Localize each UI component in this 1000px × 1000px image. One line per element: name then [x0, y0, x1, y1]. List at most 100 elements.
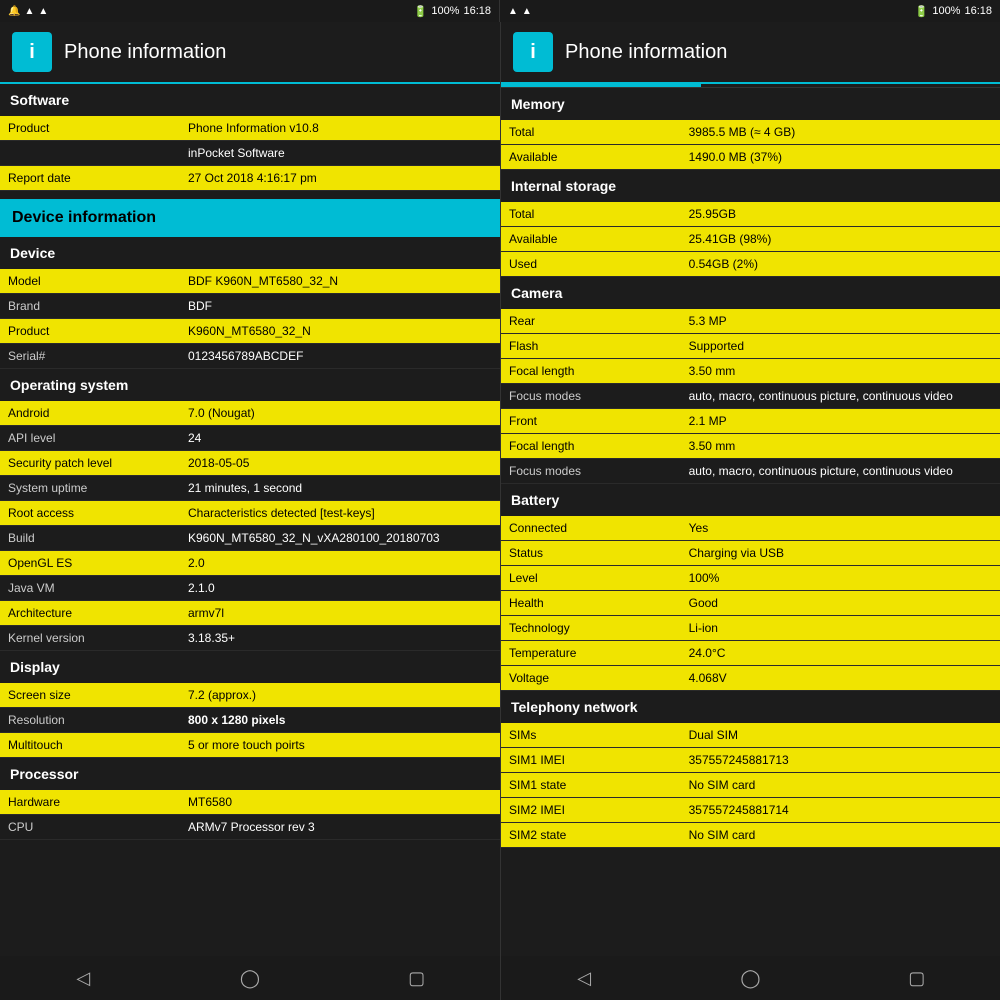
row-value: 2.1.0: [180, 576, 500, 600]
table-row: Product K960N_MT6580_32_N: [0, 319, 500, 344]
row-label: SIM1 state: [501, 773, 681, 797]
row-value: auto, macro, continuous picture, continu…: [681, 384, 1000, 408]
row-value: armv7l: [180, 601, 500, 625]
row-label: Front: [501, 409, 681, 433]
row-label: CPU: [0, 815, 180, 839]
row-label: Focal length: [501, 359, 681, 383]
row-value: 0.54GB (2%): [681, 252, 1000, 276]
row-label: Product: [0, 116, 180, 140]
battery-percent-left: 100%: [431, 5, 459, 17]
row-value: 25.41GB (98%): [681, 227, 1000, 251]
back-button-right[interactable]: ◁: [554, 958, 614, 998]
home-icon-right: ◯: [740, 968, 760, 989]
table-row: Multitouch 5 or more touch poirts: [0, 733, 500, 758]
signal-icon: ▲: [38, 6, 48, 17]
memory-header: Memory: [501, 88, 1000, 120]
row-value: 2018-05-05: [180, 451, 500, 475]
table-row: Temperature 24.0°C: [501, 641, 1000, 666]
back-button-left[interactable]: ◁: [53, 958, 113, 998]
row-value: Supported: [681, 334, 1000, 358]
row-value: Li-ion: [681, 616, 1000, 640]
row-label: Focus modes: [501, 459, 681, 483]
row-label: Rear: [501, 309, 681, 333]
telephony-table: SIMs Dual SIM SIM1 IMEI 357557245881713 …: [501, 723, 1000, 848]
row-value: 3.18.35+: [180, 626, 500, 650]
home-button-right[interactable]: ◯: [720, 958, 780, 998]
row-label: Used: [501, 252, 681, 276]
row-label: API level: [0, 426, 180, 450]
home-button-left[interactable]: ◯: [220, 958, 280, 998]
left-panel: i Phone information Software Product Pho…: [0, 22, 500, 956]
row-value: Dual SIM: [681, 723, 1000, 747]
row-value: Charging via USB: [681, 541, 1000, 565]
table-row: Focal length 3.50 mm: [501, 434, 1000, 459]
row-label: SIM1 IMEI: [501, 748, 681, 772]
row-label: Report date: [0, 166, 180, 190]
table-row: Total 25.95GB: [501, 202, 1000, 227]
table-row: Voltage 4.068V: [501, 666, 1000, 691]
camera-header: Camera: [501, 277, 1000, 309]
table-row: Focal length 3.50 mm: [501, 359, 1000, 384]
back-icon-right: ◁: [577, 968, 591, 989]
row-value: 21 minutes, 1 second: [180, 476, 500, 500]
row-value: 3985.5 MB (≈ 4 GB): [681, 120, 1000, 144]
device-section-header: Device: [0, 237, 500, 269]
device-table: Model BDF K960N_MT6580_32_N Brand BDF Pr…: [0, 269, 500, 369]
row-value: No SIM card: [681, 773, 1000, 797]
processor-table: Hardware MT6580 CPU ARMv7 Processor rev …: [0, 790, 500, 840]
table-row: Front 2.1 MP: [501, 409, 1000, 434]
row-label: Focus modes: [501, 384, 681, 408]
software-table: Product Phone Information v10.8 inPocket…: [0, 116, 500, 191]
recents-button-left[interactable]: ▢: [387, 958, 447, 998]
row-label: OpenGL ES: [0, 551, 180, 575]
row-value: inPocket Software: [180, 141, 500, 165]
table-row: inPocket Software: [0, 141, 500, 166]
table-row: Resolution 800 x 1280 pixels: [0, 708, 500, 733]
table-row: Model BDF K960N_MT6580_32_N: [0, 269, 500, 294]
wifi-icon-r: ▲: [508, 6, 518, 17]
bottom-nav-right: ◁ ◯ ▢: [500, 956, 1000, 1000]
bottom-nav-left: ◁ ◯ ▢: [0, 956, 500, 1000]
table-row: Kernel version 3.18.35+: [0, 626, 500, 651]
row-value: 5.3 MP: [681, 309, 1000, 333]
row-label: Multitouch: [0, 733, 180, 757]
display-table: Screen size 7.2 (approx.) Resolution 800…: [0, 683, 500, 758]
row-label: Android: [0, 401, 180, 425]
row-value: 5 or more touch poirts: [180, 733, 500, 757]
time-right: 16:18: [964, 5, 992, 17]
row-label: Architecture: [0, 601, 180, 625]
left-app-title: Phone information: [64, 41, 226, 64]
row-value: 24.0°C: [681, 641, 1000, 665]
table-row: Android 7.0 (Nougat): [0, 401, 500, 426]
row-value: Yes: [681, 516, 1000, 540]
row-value: auto, macro, continuous picture, continu…: [681, 459, 1000, 483]
row-label: SIM2 IMEI: [501, 798, 681, 822]
back-icon-left: ◁: [76, 968, 90, 989]
app-icon-right: i: [513, 32, 553, 72]
home-icon-left: ◯: [240, 968, 260, 989]
row-label: Root access: [0, 501, 180, 525]
row-label: Screen size: [0, 683, 180, 707]
storage-header: Internal storage: [501, 170, 1000, 202]
battery-header: Battery: [501, 484, 1000, 516]
left-app-header: i Phone information: [0, 22, 500, 84]
telephony-header: Telephony network: [501, 691, 1000, 723]
row-label: Status: [501, 541, 681, 565]
row-value: BDF: [180, 294, 500, 318]
recents-button-right[interactable]: ▢: [887, 958, 947, 998]
row-label: Total: [501, 120, 681, 144]
table-row: Serial# 0123456789ABCDEF: [0, 344, 500, 369]
status-icons-right: ▲ ▲: [508, 6, 532, 17]
table-row: Security patch level 2018-05-05: [0, 451, 500, 476]
row-value: K960N_MT6580_32_N_vXA280100_20180703: [180, 526, 500, 550]
table-row: SIM2 state No SIM card: [501, 823, 1000, 848]
row-label: Product: [0, 319, 180, 343]
table-row: Health Good: [501, 591, 1000, 616]
row-label: Kernel version: [0, 626, 180, 650]
table-row: SIM1 IMEI 357557245881713: [501, 748, 1000, 773]
table-row: SIM1 state No SIM card: [501, 773, 1000, 798]
row-label: Flash: [501, 334, 681, 358]
row-label: Serial#: [0, 344, 180, 368]
os-section-header: Operating system: [0, 369, 500, 401]
right-panel: i Phone information Memory Total 3985.5 …: [500, 22, 1000, 956]
